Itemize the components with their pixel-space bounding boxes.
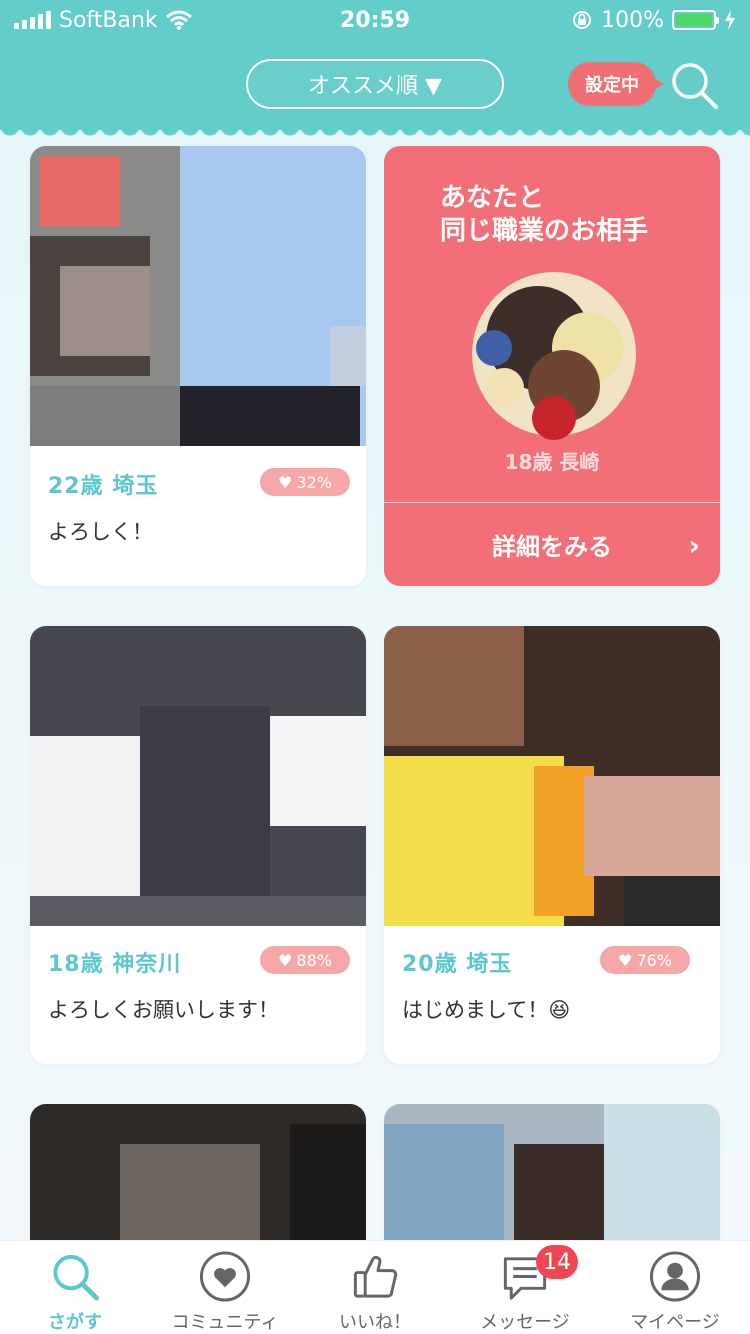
feature-title-line1: あなたと	[440, 183, 545, 213]
card-meta: 20歳 埼玉 ♥ 76% はじめまして！😆	[402, 946, 704, 1046]
battery-icon	[672, 10, 719, 30]
heart-icon: ♥	[278, 472, 293, 492]
like-rate: 88%	[296, 950, 332, 970]
thumbs-up-icon	[353, 1256, 398, 1298]
age-location: 22歳 埼玉	[48, 474, 159, 499]
status-time: 20:59	[339, 7, 411, 33]
like-rate-badge: ♥ 88%	[260, 946, 350, 974]
like-rate: 76%	[636, 950, 672, 970]
profile-photo	[384, 1104, 720, 1240]
search-icon[interactable]	[668, 59, 720, 111]
status-bar: SoftBank 20:59 100%	[0, 0, 750, 40]
profile-photo	[30, 1104, 366, 1240]
same-job-feature-card[interactable]: あなたと 同じ職業のお相手 18歳 長崎 詳細をみる ›	[384, 146, 720, 586]
feature-title: あなたと 同じ職業のお相手	[440, 182, 700, 247]
tab-likes[interactable]: いいね！	[300, 1241, 450, 1334]
heart-icon	[199, 1251, 251, 1302]
tab-messages[interactable]: 14 メッセージ	[450, 1241, 600, 1334]
like-rate: 32%	[296, 472, 332, 492]
profile-message: はじめまして！😆	[402, 998, 571, 1022]
age-location: 18歳 神奈川	[48, 952, 182, 977]
tab-community[interactable]: コミュニティ	[150, 1241, 300, 1334]
tab-label: コミュニティ	[171, 1312, 279, 1333]
tab-search[interactable]: さがす	[0, 1241, 150, 1334]
heart-icon: ♥	[278, 950, 293, 970]
profile-message: よろしくお願いします！	[48, 998, 279, 1022]
profile-photo	[30, 626, 366, 926]
profile-card[interactable]: 18歳 神奈川 ♥ 88% よろしくお願いします！	[30, 626, 366, 1064]
profile-photo	[30, 146, 366, 446]
card-meta: 18歳 神奈川 ♥ 88% よろしくお願いします！	[48, 946, 350, 1046]
profile-card[interactable]: 22歳 埼玉 ♥ 32% よろしく！	[30, 146, 366, 586]
tab-bar: さがす コミュニティ いいね！ 14 メッセージ マイページ	[0, 1240, 750, 1334]
search-icon	[53, 1254, 100, 1301]
profile-photo	[384, 626, 720, 926]
user-icon	[649, 1251, 701, 1302]
carrier-name: SoftBank	[59, 7, 158, 33]
sort-dropdown-button[interactable]: オススメ順 ▼	[246, 59, 504, 109]
feature-profile-info: 18歳 長崎	[504, 450, 600, 474]
detail-button[interactable]: 詳細をみる ›	[384, 503, 720, 586]
profile-card[interactable]	[30, 1104, 366, 1240]
message-count-badge: 14	[536, 1245, 578, 1279]
detail-label: 詳細をみる	[492, 533, 612, 561]
battery-percent: 100%	[601, 7, 664, 33]
feature-avatar	[472, 272, 636, 440]
wifi-icon	[165, 10, 192, 30]
tab-label: いいね！	[339, 1312, 411, 1333]
like-rate-badge: ♥ 76%	[600, 946, 690, 974]
status-right: 100%	[486, 8, 736, 33]
feature-title-line2: 同じ職業のお相手	[440, 215, 649, 246]
like-rate-badge: ♥ 32%	[260, 468, 350, 496]
signal-icon	[14, 11, 51, 29]
tab-mypage[interactable]: マイページ	[600, 1241, 750, 1334]
tab-label: マイページ	[630, 1312, 720, 1333]
charging-icon	[725, 10, 735, 30]
header: オススメ順 ▼ 設定中	[0, 40, 750, 140]
profile-card[interactable]	[384, 1104, 720, 1240]
age-location: 20歳 埼玉	[402, 952, 513, 977]
tab-label: メッセージ	[480, 1312, 570, 1333]
orientation-lock-icon	[573, 11, 592, 29]
heart-icon: ♥	[618, 950, 633, 970]
filter-status-badge[interactable]: 設定中	[568, 62, 664, 106]
status-left: SoftBank	[14, 8, 264, 33]
chevron-right-icon: ›	[688, 529, 700, 562]
profile-message: よろしく！	[48, 520, 153, 544]
profile-card[interactable]: 20歳 埼玉 ♥ 76% はじめまして！😆	[384, 626, 720, 1064]
tab-label: さがす	[48, 1312, 102, 1333]
card-meta: 22歳 埼玉 ♥ 32% よろしく！	[48, 468, 350, 568]
